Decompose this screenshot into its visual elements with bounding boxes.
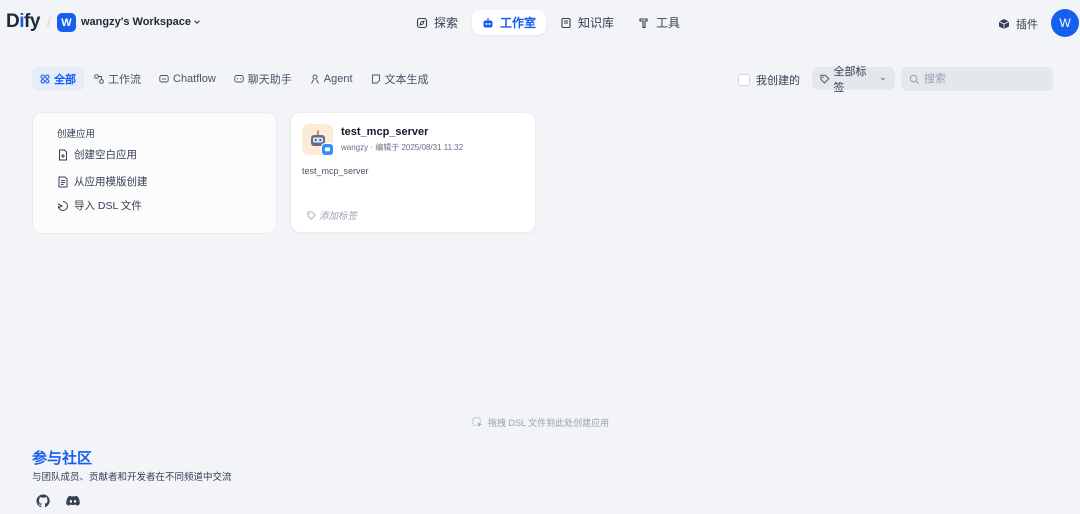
chevron-down-icon (880, 77, 886, 80)
tab-chatflow[interactable]: Chatflow (151, 67, 224, 91)
tag-filter-dropdown[interactable]: 全部标签 (812, 66, 895, 94)
app-card[interactable]: test_mcp_server wangzy · 编辑于 2025/08/31 … (290, 112, 536, 233)
create-app-title: 创建应用 (57, 129, 96, 140)
tab-all[interactable]: 全部 (32, 67, 84, 91)
main-nav: 探索 工作室 知识库 工具 (406, 10, 690, 35)
nav-knowledge[interactable]: 知识库 (550, 10, 624, 35)
file-plus-icon (59, 149, 67, 160)
cube-icon (998, 19, 1010, 29)
create-from-template-button[interactable]: 从应用模版创建 (57, 174, 148, 189)
app-type-tabs: 全部 工作流 Chatflow 聊天助手 Agent 文本生成 (32, 67, 437, 91)
workflow-icon (94, 74, 104, 84)
tab-workflow[interactable]: 工作流 (86, 67, 149, 91)
nav-tools[interactable]: 工具 (628, 10, 690, 35)
user-avatar[interactable]: W (1051, 9, 1079, 37)
discord-link[interactable] (66, 494, 80, 508)
plugin-button[interactable]: 插件 (998, 16, 1038, 32)
workspace-switcher[interactable]: wangzy's Workspace (81, 16, 201, 28)
chat-mode-badge (321, 143, 334, 156)
divider: / (47, 14, 51, 30)
chat-icon (234, 75, 244, 83)
community-title: 参与社区 (32, 450, 93, 467)
tab-chat-assistant[interactable]: 聊天助手 (226, 67, 300, 91)
agent-icon (310, 74, 319, 84)
import-icon (57, 200, 68, 211)
grid-icon (40, 74, 50, 84)
created-by-me-filter[interactable]: 我创建的 (738, 72, 800, 88)
workspace-name: wangzy's Workspace (81, 16, 192, 28)
dify-logo[interactable]: Dify (6, 11, 40, 33)
book-icon (561, 17, 571, 28)
app-meta: wangzy · 编辑于 2025/08/31 11:32 (341, 143, 464, 152)
tag-icon (307, 210, 316, 220)
hammer-icon (639, 17, 648, 28)
nav-studio[interactable]: 工作室 (472, 10, 547, 35)
compass-icon (416, 17, 428, 28)
github-icon (36, 494, 50, 508)
top-header: Dify / W wangzy's Workspace 探索 工作室 知识库 工… (0, 0, 1080, 45)
workspace-badge[interactable]: W (57, 13, 76, 32)
document-icon (371, 74, 380, 84)
search-input[interactable] (924, 73, 1044, 85)
add-tag-button[interactable]: 添加标签 (307, 208, 357, 222)
import-dsl-button[interactable]: 导入 DSL 文件 (57, 198, 142, 213)
nav-explore[interactable]: 探索 (406, 10, 468, 35)
github-link[interactable] (36, 494, 50, 508)
chevron-down-icon (194, 20, 200, 24)
drag-file-icon (472, 417, 483, 428)
chat-bubble-icon (324, 147, 331, 152)
app-name: test_mcp_server (341, 126, 429, 138)
create-app-card: 创建应用 创建空白应用 从应用模版创建 导入 DSL 文件 (32, 112, 277, 234)
tab-text-generation[interactable]: 文本生成 (363, 67, 437, 91)
dsl-drop-hint: 拖拽 DSL 文件到此处创建应用 (472, 416, 609, 429)
tab-agent[interactable]: Agent (302, 67, 361, 91)
search-box[interactable] (901, 67, 1053, 91)
create-blank-app-button[interactable]: 创建空白应用 (57, 147, 137, 162)
robot-icon (483, 17, 493, 27)
community-subtitle: 与团队成员、贡献者和开发者在不同频道中交流 (32, 472, 232, 483)
chat-bubble-icon (159, 75, 169, 83)
app-description: test_mcp_server (302, 166, 369, 176)
tag-icon (820, 74, 830, 84)
file-list-icon (58, 176, 68, 187)
search-icon (909, 74, 919, 84)
discord-icon (66, 495, 80, 506)
created-by-me-checkbox[interactable] (738, 74, 750, 86)
